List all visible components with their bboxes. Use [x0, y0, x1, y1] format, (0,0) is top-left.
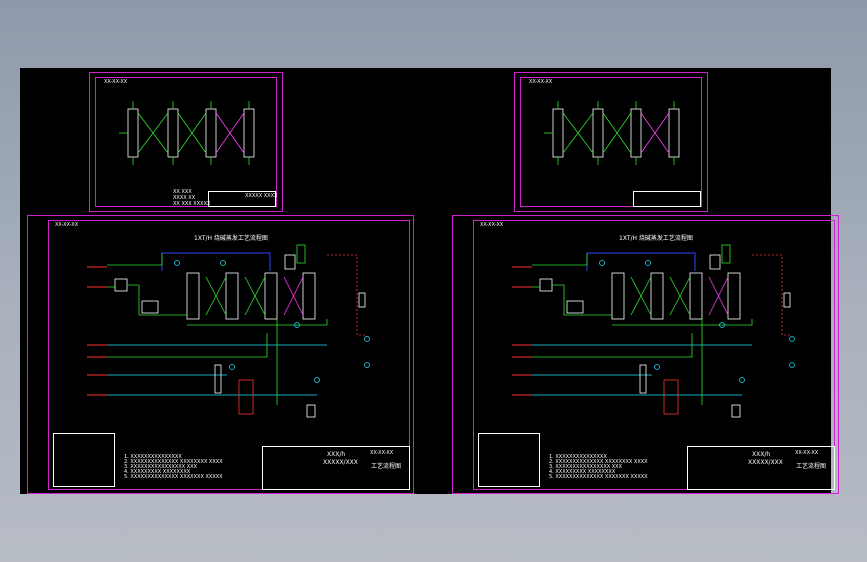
- large2-top-condenser: [721, 244, 731, 264]
- large2-evaporator-3: [689, 272, 703, 320]
- large2-preheater: [539, 278, 553, 292]
- large1-condensate-tank: [141, 300, 159, 314]
- large1-evaporator-2: [225, 272, 239, 320]
- large1-evaporator-4: [302, 272, 316, 320]
- small1-evaporator-3: [205, 108, 217, 158]
- small1-evaporator-2: [167, 108, 179, 158]
- small2-evaporator-2: [592, 108, 604, 158]
- small1-evaporator-4: [243, 108, 255, 158]
- large2-feed-line-top: [532, 253, 588, 266]
- large1-steam-header: [161, 252, 271, 271]
- large1-bottom-collector: [187, 319, 328, 326]
- large1-valve-2: [220, 260, 226, 266]
- large2-valve-7: [739, 377, 745, 383]
- process-diagram-layer: [87, 101, 795, 418]
- large2-flash-tank: [663, 379, 679, 415]
- large1-evaporator-1: [186, 272, 200, 320]
- large1-preheater: [114, 278, 128, 292]
- large1-valve-4: [364, 336, 370, 342]
- large1-pump: [306, 404, 316, 418]
- large2-preheater-out: [552, 284, 612, 316]
- large2-evaporator-2: [650, 272, 664, 320]
- large2-top-separator: [709, 254, 721, 270]
- large2-valve-5: [789, 362, 795, 368]
- small2-evaporator-1: [552, 108, 564, 158]
- large2-valve-6: [654, 364, 660, 370]
- cad-drawing-canvas[interactable]: XX-XX-XX XX XXX XXXX XX XX XXX XXXXX XXX…: [20, 68, 839, 494]
- small2-evaporator-3: [630, 108, 642, 158]
- large2-pump: [731, 404, 741, 418]
- large1-valve-5: [364, 362, 370, 368]
- large1-vent-line: [327, 254, 367, 336]
- large2-condensate-tank: [566, 300, 584, 314]
- large2-valve-2: [645, 260, 651, 266]
- large1-evaporator-3: [264, 272, 278, 320]
- large1-sample-cooler: [358, 292, 366, 308]
- large1-feed-line-top: [107, 253, 163, 266]
- large2-vent-line: [752, 254, 792, 336]
- large1-top-condenser: [296, 244, 306, 264]
- large1-top-separator: [284, 254, 296, 270]
- large2-evaporator-1: [611, 272, 625, 320]
- large2-valve-1: [599, 260, 605, 266]
- large1-valve-6: [229, 364, 235, 370]
- large1-preheater-out: [127, 284, 187, 316]
- large1-valve-1: [174, 260, 180, 266]
- large1-heat-exchanger: [214, 364, 222, 394]
- large2-evaporator-4: [727, 272, 741, 320]
- large1-valve-7: [314, 377, 320, 383]
- small1-evaporator-1: [127, 108, 139, 158]
- large1-flash-tank: [238, 379, 254, 415]
- large2-heat-exchanger: [639, 364, 647, 394]
- large2-steam-header: [586, 252, 696, 271]
- large2-valve-4: [789, 336, 795, 342]
- large2-sample-cooler: [783, 292, 791, 308]
- large2-bottom-collector: [612, 319, 753, 326]
- small2-evaporator-4: [668, 108, 680, 158]
